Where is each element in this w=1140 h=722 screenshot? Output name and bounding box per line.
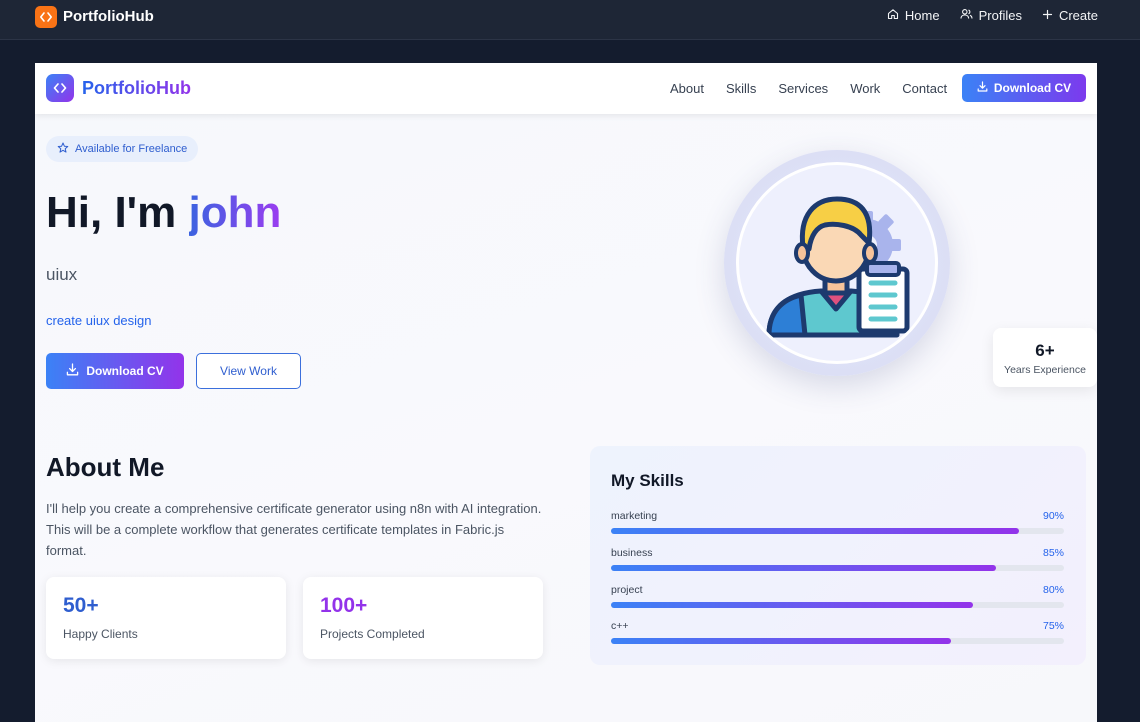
users-icon	[960, 8, 973, 23]
app-brand-name: PortfolioHub	[63, 8, 154, 25]
view-work-button[interactable]: View Work	[196, 353, 301, 389]
site-nav-work[interactable]: Work	[850, 81, 880, 96]
hero-role: uiux	[46, 265, 78, 284]
skill-percent: 80%	[1042, 584, 1064, 596]
code-brackets-icon	[35, 5, 57, 28]
skill-bar-fill	[611, 528, 1019, 534]
about-heading: About Me	[46, 452, 165, 482]
app-nav-profiles[interactable]: Profiles	[960, 8, 1022, 23]
skill-bar-track	[611, 528, 1064, 534]
header-download-cv-button[interactable]: Download CV	[962, 74, 1086, 102]
app-top-bar: PortfolioHub Home Profiles Create	[0, 0, 1140, 40]
skill-bar-fill	[611, 565, 997, 571]
skill-name: c++	[611, 620, 629, 632]
app-nav-create[interactable]: Create	[1042, 8, 1098, 23]
developer-avatar-icon	[766, 196, 910, 338]
skills-heading: My Skills	[611, 471, 684, 490]
header-download-cv-label: Download CV	[993, 81, 1072, 95]
experience-label: Years Experience	[1004, 364, 1086, 376]
skill-bar-fill	[611, 602, 974, 608]
skills-panel: My Skills marketing 90% business 85% pro…	[590, 446, 1086, 665]
stat-label: Happy Clients	[63, 627, 138, 641]
app-nav: Home Profiles Create	[887, 8, 1098, 23]
site-nav-services[interactable]: Services	[778, 81, 828, 96]
freelance-badge: Available for Freelance	[46, 136, 199, 162]
skill-percent: 85%	[1042, 547, 1064, 559]
plus-icon	[1042, 8, 1053, 23]
download-cv-button[interactable]: Download CV	[46, 353, 184, 389]
freelance-badge-label: Available for Freelance	[75, 143, 188, 155]
skill-name: marketing	[611, 510, 658, 522]
hero-tagline: create uiux design	[46, 313, 152, 328]
site-nav-skills[interactable]: Skills	[726, 81, 756, 96]
stat-value: 100+	[320, 594, 368, 617]
about-text: I'll help you create a comprehensive cer…	[46, 501, 542, 558]
code-brackets-icon	[46, 74, 74, 102]
home-icon	[887, 8, 899, 23]
site-header: PortfolioHub About Skills Services Work …	[35, 63, 1097, 114]
stat-card-clients: 50+ Happy Clients	[46, 577, 286, 659]
skill-name: business	[611, 547, 653, 559]
skill-percent: 75%	[1042, 620, 1064, 632]
app-nav-home-label: Home	[904, 8, 940, 23]
skill-name: project	[611, 584, 643, 596]
experience-card: 6+ Years Experience	[993, 328, 1097, 387]
experience-value: 6+	[1035, 341, 1055, 360]
hero-heading: Hi, I'm john	[46, 188, 281, 238]
download-icon	[66, 363, 79, 379]
site-nav-links: About Skills Services Work Contact	[670, 81, 947, 96]
site-brand[interactable]: PortfolioHub	[46, 74, 191, 102]
site-brand-name: PortfolioHub	[82, 77, 191, 98]
profile-avatar	[724, 150, 950, 376]
stat-card-projects: 100+ Projects Completed	[303, 577, 543, 659]
stat-value: 50+	[63, 594, 99, 617]
download-cv-label: Download CV	[86, 364, 164, 378]
stat-label: Projects Completed	[320, 627, 425, 641]
app-nav-home[interactable]: Home	[887, 8, 940, 23]
app-nav-profiles-label: Profiles	[978, 8, 1022, 23]
site-nav-contact[interactable]: Contact	[902, 81, 947, 96]
avatar-illustration	[736, 162, 938, 364]
hero-name: john	[188, 188, 282, 237]
star-icon	[57, 142, 69, 157]
download-icon	[977, 81, 988, 95]
skill-bar-fill	[611, 638, 951, 644]
skill-bar-track	[611, 565, 1064, 571]
app-brand[interactable]: PortfolioHub	[35, 5, 154, 28]
skill-bar-track	[611, 602, 1064, 608]
hero-greeting: Hi, I'm	[46, 188, 177, 237]
site-nav-about[interactable]: About	[670, 81, 704, 96]
portfolio-page: PortfolioHub About Skills Services Work …	[35, 63, 1097, 722]
skill-bar-track	[611, 638, 1064, 644]
skill-percent: 90%	[1042, 510, 1064, 522]
app-nav-create-label: Create	[1058, 8, 1098, 23]
